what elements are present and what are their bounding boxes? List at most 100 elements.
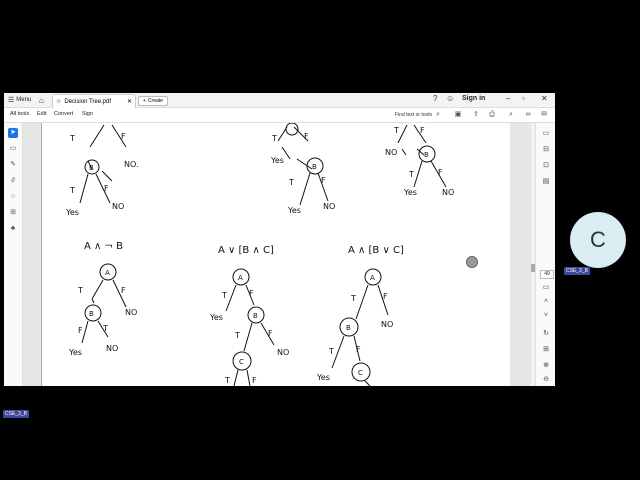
label-t: T	[328, 347, 334, 356]
label-t: T	[224, 376, 230, 385]
label-f: F	[304, 132, 309, 141]
label-no: NO	[323, 202, 335, 211]
save-icon[interactable]: ▣	[454, 111, 462, 119]
label-t: T	[408, 170, 414, 179]
menu-label: Menu	[16, 97, 32, 103]
label-no: NO	[277, 348, 289, 357]
label-f: F	[268, 329, 273, 338]
label-f: F	[104, 184, 109, 193]
expression-3: A ∧ [B ∨ C]	[348, 245, 404, 256]
label-f: F	[252, 376, 257, 385]
chevron-up-icon[interactable]: ˄	[541, 297, 551, 307]
label-t: T	[350, 294, 356, 303]
label-t: T	[393, 126, 399, 135]
label-f: F	[420, 126, 425, 135]
sign-in-button[interactable]: Sign in	[462, 95, 485, 102]
label-f: F	[438, 168, 443, 177]
zoom-in-icon[interactable]: ⊕	[541, 361, 551, 371]
upload-icon[interactable]: ⇪	[472, 111, 480, 119]
label-t: T	[234, 331, 240, 340]
pdf-page: T F NO. B T F Yes NO T F Yes B T F Yes N…	[41, 123, 510, 386]
label-t: T	[69, 186, 75, 195]
node-b: B	[312, 163, 317, 171]
menu-edit[interactable]: Edit	[37, 111, 46, 117]
home-icon[interactable]: ⌂	[39, 93, 44, 107]
label-yes: Yes	[287, 206, 301, 215]
chevron-down-icon[interactable]: ˅	[541, 311, 551, 321]
close-window-icon[interactable]: ✕	[541, 94, 548, 103]
label-t: T	[221, 291, 227, 300]
document-area[interactable]: T F NO. B T F Yes NO T F Yes B T F Yes N…	[23, 123, 533, 386]
label-yes: Yes	[65, 208, 79, 217]
bookmark-icon[interactable]: ⊟	[541, 145, 551, 155]
right-toolbar: ▭ ⊟ ⊡ ▤ 49 ▭ ˄ ˅ ↻ ⊞ ⊕ ⊖	[535, 123, 555, 386]
plus-icon: +	[143, 98, 146, 104]
label-t: T	[288, 178, 294, 187]
participant-avatar: C	[570, 212, 626, 268]
close-tab-icon[interactable]: ✕	[127, 98, 132, 105]
menu-sign[interactable]: Sign	[82, 111, 93, 117]
page-number-field[interactable]: 49	[540, 270, 554, 279]
label-no: NO	[112, 202, 124, 211]
fit-page-icon[interactable]: ⊞	[541, 345, 551, 355]
label-f: F	[121, 132, 126, 141]
participant-name-badge: CSE_3_B	[564, 267, 590, 275]
label-yes: Yes	[403, 188, 417, 197]
node-b: B	[89, 310, 94, 318]
expression-2: A ∨ [B ∧ C]	[218, 245, 274, 256]
thumbnails-icon[interactable]: ⊡	[541, 161, 551, 171]
stamp-icon[interactable]: ♣	[8, 224, 18, 234]
tab-decision-tree[interactable]: ☆ Decision Tree.pdf ✕	[52, 94, 136, 108]
zoom-handle-icon[interactable]	[466, 256, 478, 268]
node-b: B	[424, 151, 429, 159]
label-no: NO	[381, 320, 393, 329]
notifications-icon[interactable]: ☺	[446, 94, 454, 103]
star-icon: ☆	[56, 99, 62, 105]
label-yes: Yes	[68, 348, 82, 357]
minimize-icon[interactable]: –	[506, 94, 510, 103]
label-f: F	[321, 176, 326, 185]
help-icon[interactable]: ?	[433, 94, 437, 103]
label-f: F	[249, 289, 254, 298]
search-doc-icon[interactable]: ⌕	[507, 111, 515, 119]
label-t: T	[77, 286, 83, 295]
search-icon[interactable]: ⌕	[434, 111, 442, 119]
menu-convert[interactable]: Convert	[54, 111, 73, 117]
node-b: B	[89, 164, 94, 172]
pages-icon[interactable]: ▤	[541, 177, 551, 187]
label-f: F	[356, 345, 361, 354]
pen-icon[interactable]: ✎	[8, 160, 18, 170]
label-no: NO	[106, 344, 118, 353]
label-f: F	[121, 286, 126, 295]
node-c: C	[358, 369, 363, 377]
print-icon[interactable]: ⎙	[488, 111, 496, 119]
maximize-icon[interactable]: ▫	[522, 94, 525, 103]
menu-all-tools[interactable]: All tools	[10, 111, 29, 117]
menu-button[interactable]: ☰ Menu	[8, 93, 31, 107]
label-no: NO	[385, 148, 397, 157]
page-count-icon: ▭	[542, 284, 550, 291]
text-box-icon[interactable]: ⊞	[8, 208, 18, 218]
hamburger-icon: ☰	[8, 97, 15, 104]
label-t: T	[102, 324, 108, 333]
mail-icon[interactable]: ✉	[540, 111, 548, 119]
shape-icon[interactable]: ○	[8, 192, 18, 202]
node-a: A	[238, 274, 243, 282]
node-b: B	[253, 312, 258, 320]
handwritten-trees: T F NO. B T F Yes NO T F Yes B T F Yes N…	[65, 123, 454, 386]
create-button[interactable]: + Create	[138, 96, 168, 106]
find-text-label[interactable]: Find text or tools	[395, 112, 432, 118]
left-toolbar: ➤ ▭ ✎ ∂ ○ ⊞ ♣	[4, 123, 23, 386]
node-a: A	[370, 274, 375, 282]
select-tool-icon[interactable]: ➤	[8, 128, 18, 138]
link-icon[interactable]: ∞	[524, 111, 532, 119]
zoom-out-icon[interactable]: ⊖	[541, 375, 551, 385]
label-t: T	[271, 134, 277, 143]
label-f: F	[383, 292, 388, 301]
label-yes: Yes	[316, 373, 330, 382]
comment-icon[interactable]: ▭	[8, 144, 18, 154]
node-a: A	[105, 269, 110, 277]
highlight-icon[interactable]: ∂	[8, 176, 18, 186]
refresh-icon[interactable]: ↻	[541, 329, 551, 339]
comment-panel-icon[interactable]: ▭	[541, 129, 551, 139]
